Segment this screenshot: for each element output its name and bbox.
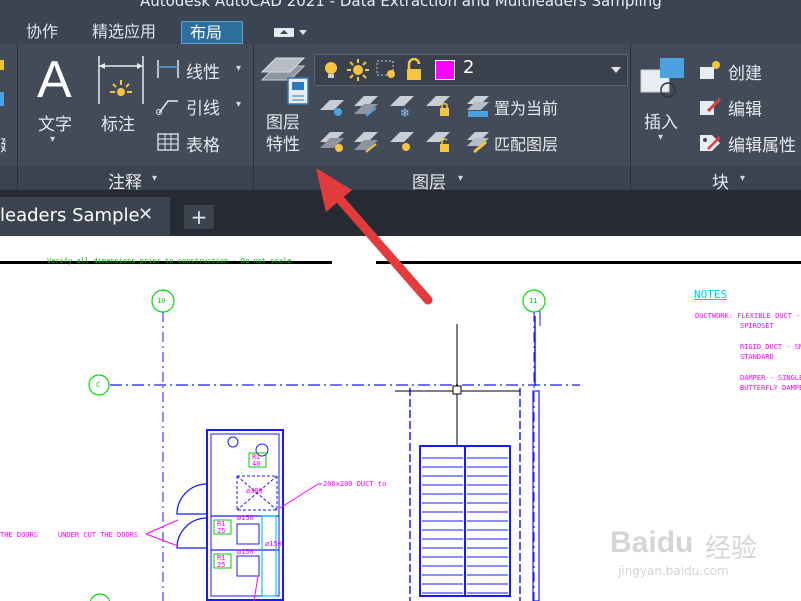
text-a-icon: A: [37, 51, 72, 109]
diffuser-label: ø150: [265, 540, 282, 548]
sun-icon: [347, 59, 369, 81]
layer-off-icon[interactable]: [318, 94, 346, 118]
baidu-watermark: Baidu 经验 jingyan.baidu.com: [610, 526, 790, 586]
leader-icon: [156, 100, 178, 115]
linear-icon: [157, 60, 179, 78]
layer-unlock-icon[interactable]: [424, 130, 452, 154]
viewport-freeze-icon: [376, 60, 395, 78]
ribbon-tab-bar: 协作 精选应用 布局: [0, 20, 801, 44]
note-line: SPIROSET: [740, 322, 774, 330]
leader-button[interactable]: 引线 ▾: [156, 92, 248, 119]
make-current-button[interactable]: 置为当前: [466, 92, 576, 120]
create-block-button[interactable]: 创建: [698, 57, 798, 84]
tab-featured-apps[interactable]: 精选应用: [84, 20, 164, 44]
table-icon: [157, 133, 179, 151]
window-title: Autodesk AutoCAD 2021 - Data Extraction …: [140, 0, 662, 10]
chevron-down-icon: ▾: [152, 173, 158, 184]
watermark-brand: Baidu: [610, 526, 694, 559]
svg-text:❄: ❄: [400, 106, 410, 118]
unlock-icon: [407, 58, 421, 80]
drawing-header-note: Verify all dimensions prior to construct…: [47, 257, 292, 265]
make-current-icon: [467, 96, 489, 117]
red-annotation-arrow: [316, 168, 433, 305]
layer-thaw-icon[interactable]: [388, 130, 416, 154]
dimension-button[interactable]: 标注: [94, 52, 148, 136]
make-current-label: 置为当前: [494, 99, 559, 118]
duct-label: 200x200 DUCT to: [323, 480, 387, 488]
text-label: 文字: [38, 115, 72, 135]
layer-freeze-icon[interactable]: ❄: [388, 94, 416, 118]
watermark-url: jingyan.baidu.com: [618, 564, 729, 578]
edit-label: 编辑: [728, 100, 762, 120]
edit-attributes-button[interactable]: 编辑属性: [698, 129, 801, 156]
edit-attributes-label: 编辑属性: [728, 136, 796, 156]
dimension-label: 标注: [101, 115, 135, 135]
dimension-icon: [98, 56, 144, 104]
match-layer-label: 匹配图层: [494, 135, 559, 154]
undercut-label-left: THE DOORS: [0, 531, 38, 539]
leader-label: 引线: [186, 99, 220, 119]
create-label: 创建: [728, 64, 762, 84]
layer-unisolate-icon[interactable]: [352, 130, 380, 154]
document-tab-label: leaders Sample: [0, 205, 140, 226]
tag-label: 25: [217, 561, 226, 569]
notes-title: NOTES: [694, 288, 728, 301]
text-button[interactable]: A 文字 ▾: [32, 52, 82, 148]
chevron-down-icon: ▾: [236, 63, 242, 74]
diffuser-label: ø150: [237, 548, 254, 556]
layer-isolate-icon[interactable]: [352, 94, 380, 118]
table-label: 表格: [186, 136, 220, 156]
note-line: STANDARD: [740, 353, 774, 361]
chevron-down-icon: ▾: [740, 173, 746, 184]
linear-label: 线性: [186, 63, 220, 83]
document-tab[interactable]: leaders Sample ✕: [0, 197, 170, 236]
note-line: BUTTERFLY DAMPE: [740, 384, 801, 392]
insert-label: 插入: [644, 113, 678, 133]
tab-layout[interactable]: 布局: [181, 21, 243, 44]
insert-block-icon: [640, 58, 684, 98]
lightbulb-icon: [325, 62, 337, 78]
match-layer-icon: [467, 132, 489, 154]
block-editor-button[interactable]: 编辑: [698, 93, 798, 120]
edit-attributes-icon: [700, 135, 721, 151]
chevron-down-icon: ▾: [658, 132, 664, 143]
grid-label-11: 11: [529, 297, 538, 305]
ribbon-options-dropdown[interactable]: [274, 26, 310, 40]
layer-on-icon[interactable]: [318, 130, 346, 154]
close-tab-icon[interactable]: ✕: [138, 204, 153, 225]
chevron-down-icon: [299, 30, 307, 35]
current-layer-name: 2: [463, 57, 475, 78]
linear-dimension-button[interactable]: 线性 ▾: [156, 56, 248, 83]
grid-label-c: C: [96, 381, 101, 389]
grid-label-10: 10: [157, 297, 166, 305]
chevron-down-icon: ▾: [458, 173, 464, 184]
note-line: RIGID DUCT - SMAC: [740, 343, 801, 351]
layer-properties-icon: [260, 57, 309, 105]
title-bar: Autodesk AutoCAD 2021 - Data Extraction …: [0, 0, 801, 20]
layer-properties-label: 图层 特性: [266, 113, 300, 155]
edit-block-icon: [700, 97, 722, 115]
layer-color-swatch: [435, 60, 455, 80]
diffuser-label: ø300: [246, 487, 263, 495]
table-button[interactable]: 表格: [156, 129, 236, 156]
chevron-down-icon: ▾: [50, 134, 56, 145]
chevron-down-icon: [611, 67, 621, 73]
note-line: DUCTWORK: FLEXIBLE DUCT - H: [695, 312, 801, 320]
tag-label: 25: [217, 527, 226, 535]
layer-dropdown[interactable]: 2: [314, 54, 628, 86]
new-tab-button[interactable]: +: [184, 205, 214, 229]
layer-properties-button[interactable]: 图层 特性: [258, 52, 312, 158]
tag-label: 40: [252, 460, 261, 468]
watermark-brand-cn: 经验: [705, 534, 758, 564]
create-block-icon: [700, 61, 720, 79]
layer-lock-icon[interactable]: [424, 94, 452, 118]
chevron-down-icon: ▾: [236, 99, 242, 110]
tab-collaborate[interactable]: 协作: [18, 20, 66, 44]
note-line: DAMPER - SINGLE (: [740, 374, 801, 382]
match-layer-button[interactable]: 匹配图层: [466, 128, 576, 156]
diffuser-label: ø150: [237, 514, 254, 522]
insert-button[interactable]: 插入 ▾: [638, 52, 688, 152]
undercut-label: UNDER CUT THE DOORS: [58, 531, 139, 539]
